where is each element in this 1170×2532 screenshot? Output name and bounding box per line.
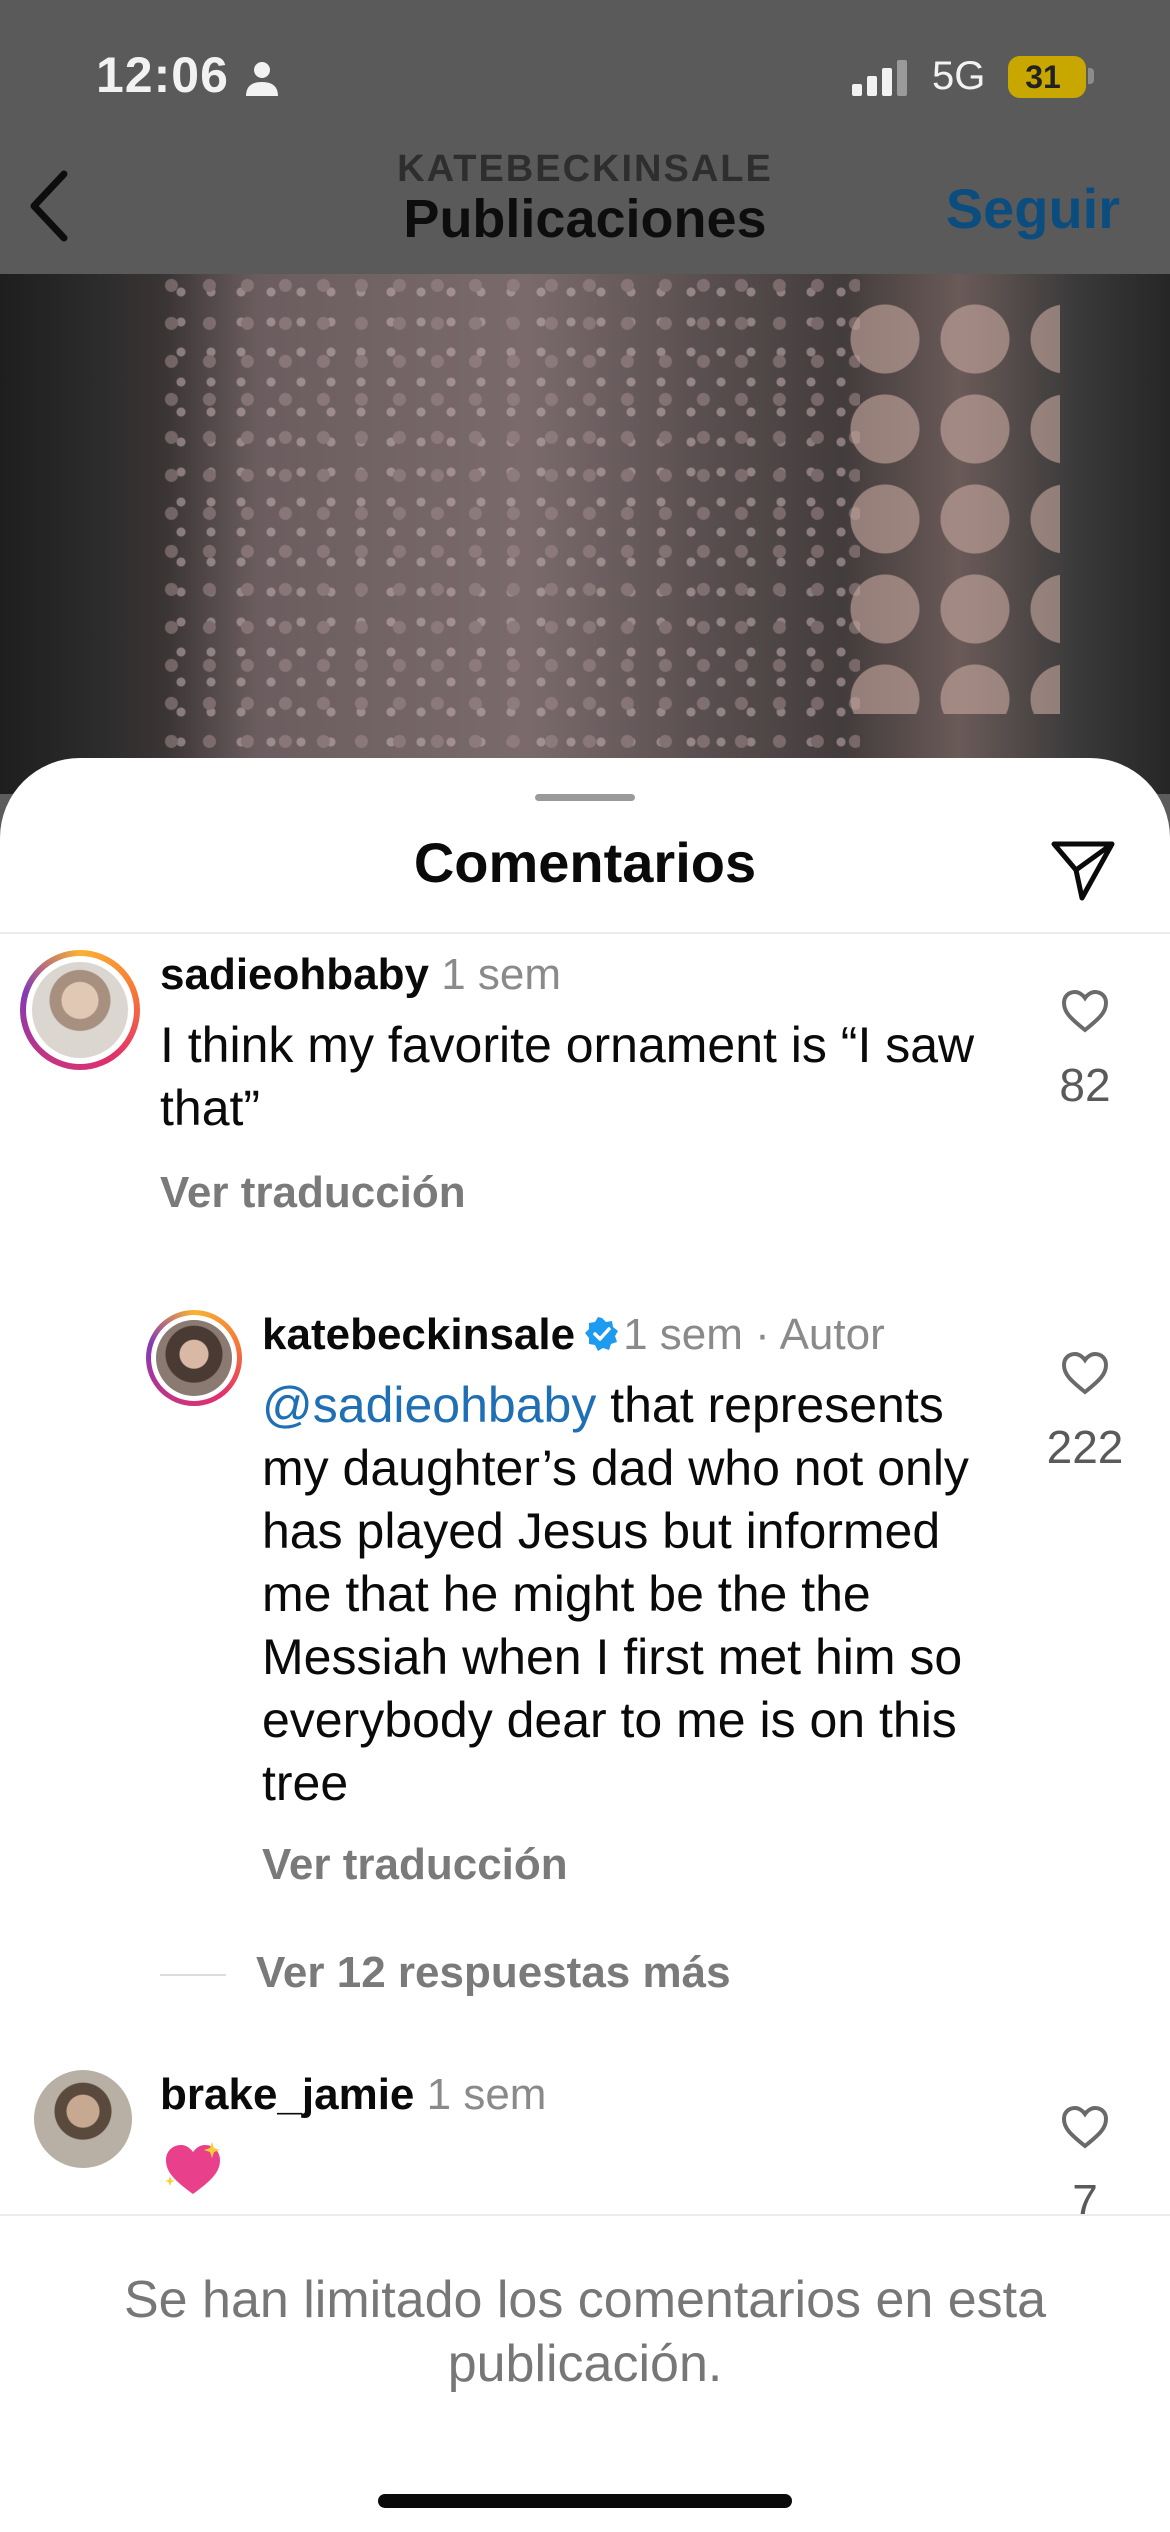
heart-icon[interactable]: [1060, 1350, 1110, 1396]
verified-badge-icon: [585, 1317, 619, 1351]
comment-header: brake_jamie 1 sem: [160, 2070, 546, 2120]
battery-level: 31: [1025, 59, 1061, 95]
network-label: 5G: [932, 54, 986, 98]
photo-balloons: [840, 294, 1060, 714]
share-icon[interactable]: [1048, 834, 1118, 904]
comments-limited-notice: Se han limitado los comentarios en esta …: [0, 2214, 1170, 2532]
signal-icon: [852, 60, 907, 96]
see-translation-button[interactable]: Ver traducción: [160, 1168, 466, 1218]
battery-icon: 31: [1008, 56, 1086, 98]
mention-link[interactable]: @sadieohbaby: [262, 1377, 596, 1433]
heart-icon[interactable]: [1060, 988, 1110, 1034]
sheet-grabber[interactable]: [535, 794, 635, 801]
reply-username[interactable]: katebeckinsale: [262, 1310, 575, 1359]
replies-connector-line: [160, 1974, 226, 1976]
post-photo: [0, 274, 1170, 794]
reply-meta: 1 sem · Autor: [623, 1310, 885, 1359]
comment-header: sadieohbaby 1 sem: [160, 950, 561, 1000]
photo-ornament-tree: [160, 274, 860, 794]
avatar[interactable]: [156, 1320, 232, 1396]
see-translation-button[interactable]: Ver traducción: [262, 1840, 568, 1890]
comment-username[interactable]: sadieohbaby: [160, 950, 429, 999]
avatar[interactable]: [34, 2070, 132, 2168]
notice-text: Se han limitado los comentarios en esta …: [123, 2271, 1047, 2393]
person-icon: [246, 62, 278, 96]
status-bar: 12:06 5G 31: [0, 0, 1170, 140]
reply-text: @sadieohbaby that represents my daughter…: [262, 1374, 1012, 1815]
status-time: 12:06: [96, 47, 229, 103]
comments-sheet: Comentarios sadieohbaby 1 sem I think my…: [0, 758, 1170, 2532]
like-count: 82: [1059, 1059, 1111, 1111]
avatar[interactable]: [32, 962, 128, 1058]
nav-bar: KATEBECKINSALE Publicaciones Seguir: [0, 140, 1170, 274]
sparkling-heart-icon: [165, 2142, 220, 2194]
header-divider: [0, 932, 1170, 934]
reply-body: that represents my daughter’s dad who no…: [262, 1377, 969, 1811]
like-count: 222: [1046, 1421, 1124, 1473]
follow-button[interactable]: Seguir: [946, 176, 1120, 241]
comment-text: I think my favorite ornament is “I saw t…: [160, 1014, 980, 1140]
comment-body: I think my favorite ornament is “I saw t…: [160, 1017, 975, 1136]
home-indicator[interactable]: [378, 2494, 792, 2508]
comment-time: 1 sem: [441, 950, 562, 999]
reply-header: katebeckinsale 1 sem · Autor: [262, 1310, 885, 1360]
comment-username[interactable]: brake_jamie: [160, 2070, 414, 2119]
heart-icon[interactable]: [1060, 2104, 1110, 2150]
sheet-title: Comentarios: [413, 831, 757, 894]
battery-nub: [1088, 68, 1094, 84]
view-more-replies-button[interactable]: Ver 12 respuestas más: [256, 1948, 731, 1998]
comment-time: 1 sem: [426, 2070, 547, 2119]
